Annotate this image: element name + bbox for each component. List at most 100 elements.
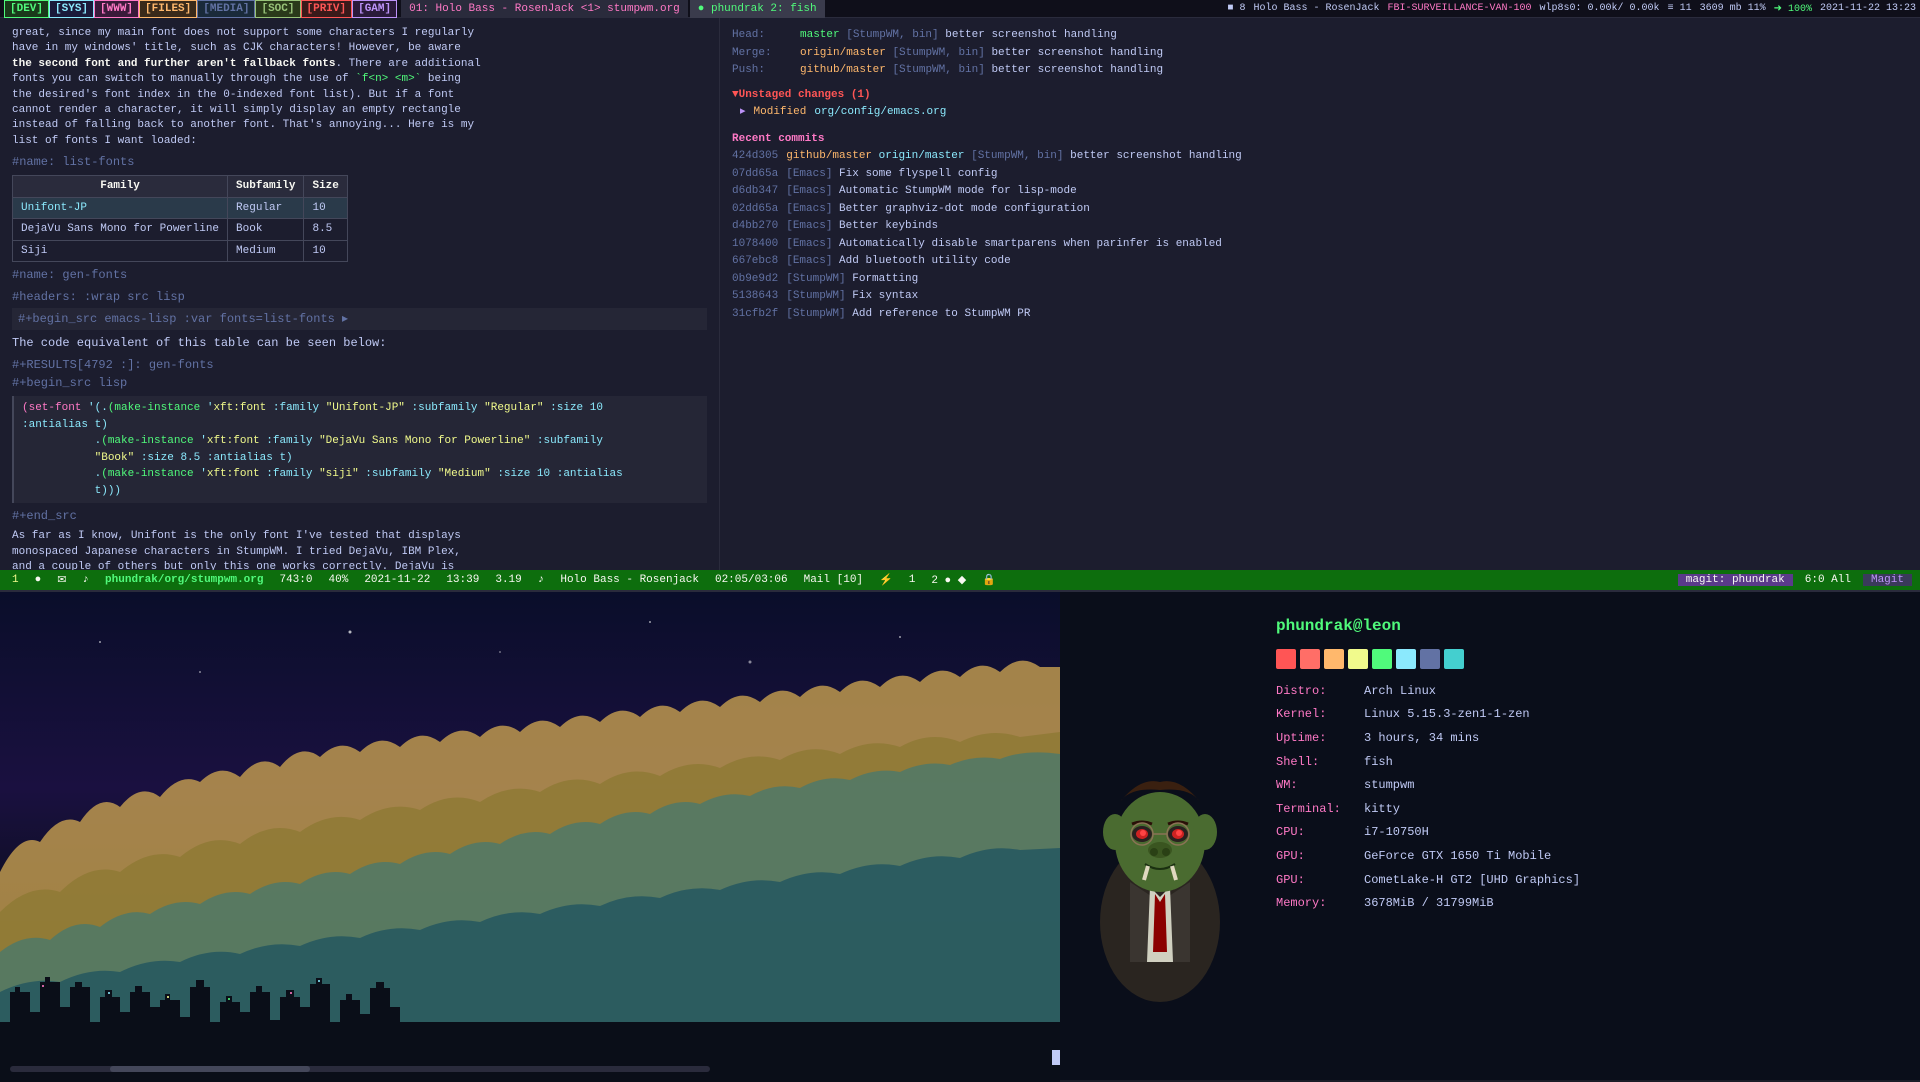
commit-msg-5: [Emacs] Automatically disable smartparen… [786, 236, 1222, 253]
commit-hash-0: 424d305 [732, 148, 778, 165]
left-panel: great, since my main font does not suppo… [0, 18, 720, 570]
font-subfamily-3: Medium [228, 240, 304, 262]
tag-soc[interactable]: [SOC] [255, 0, 300, 18]
sysinfo-row-gpu2: GPU: CometLake-H GT2 [UHD Graphics] [1276, 870, 1904, 892]
commit-row-3[interactable]: 02dd65a [Emacs] Better graphviz-dot mode… [732, 201, 1908, 218]
merge-label: Merge: [732, 45, 792, 62]
status-bat-icon: ⚡ [875, 573, 897, 587]
status-filepath: phundrak/org/stumpwm.org [101, 574, 267, 586]
font-size-1: 10 [304, 197, 347, 219]
gpu2-label: GPU: [1276, 870, 1356, 892]
status-mail: Mail [10] [800, 574, 867, 586]
swatch-red [1276, 649, 1296, 669]
sysinfo-row-kernel: Kernel: Linux 5.15.3-zen1-1-zen [1276, 704, 1904, 726]
commit-msg-3: [Emacs] Better graphviz-dot mode configu… [786, 201, 1090, 218]
uptime-value: 3 hours, 34 mins [1364, 728, 1479, 750]
commit-row-4[interactable]: d4bb270 [Emacs] Better keybinds [732, 218, 1908, 235]
font-family-2: DejaVu Sans Mono for Powerline [13, 219, 228, 241]
commit-msg-0: github/master origin/master [StumpWM, bi… [786, 148, 1242, 165]
unstaged-header[interactable]: ▼Unstaged changes (1) [732, 87, 1908, 104]
status-lock2-icon: 🔒 [978, 573, 1000, 587]
system-info-panel: phundrak@leon Distro: Arch Linux Kernel:… [1060, 592, 1920, 1082]
waveform-scrollbar-thumb[interactable] [110, 1066, 310, 1072]
network-name: FBI-SURVEILLANCE-VAN-100 [1388, 3, 1532, 14]
commit-hash-9: 31cfb2f [732, 306, 778, 323]
sysinfo-row-distro: Distro: Arch Linux [1276, 681, 1904, 703]
font-size-2: 8.5 [304, 219, 347, 241]
tag-priv[interactable]: [PRIV] [301, 0, 353, 18]
tag-sys[interactable]: [SYS] [49, 0, 94, 18]
merge-value: origin/master [StumpWM, bin] better scre… [800, 45, 1163, 62]
commit-row-0[interactable]: 424d305 github/master origin/master [Stu… [732, 148, 1908, 165]
modified-row[interactable]: ▸ Modified org/config/emacs.org [732, 104, 1908, 121]
commit-hash-8: 5138643 [732, 288, 778, 305]
commit-msg-8: [StumpWM] Fix syntax [786, 288, 918, 305]
status-dots: 2 ● ◆ [927, 573, 970, 587]
status-percent: 40% [325, 574, 353, 586]
memory-label: Memory: [1276, 893, 1356, 915]
commit-msg-9: [StumpWM] Add reference to StumpWM PR [786, 306, 1030, 323]
swatch-orange-red [1300, 649, 1320, 669]
commit-row-8[interactable]: 5138643 [StumpWM] Fix syntax [732, 288, 1908, 305]
window-title-2[interactable]: ● phundrak 2: fish [690, 0, 825, 18]
commit-hash-6: 667ebc8 [732, 253, 778, 270]
avatar-svg [1060, 702, 1260, 1002]
waveform-svg [0, 592, 1060, 1082]
status-music-note-icon: ♪ [534, 574, 549, 586]
uptime-label: Uptime: [1276, 728, 1356, 750]
col-size: Size [304, 176, 347, 198]
commit-msg-7: [StumpWM] Formatting [786, 271, 918, 288]
memory-usage: 3609 mb 11% [1700, 3, 1766, 14]
tag-files[interactable]: [FILES] [139, 0, 197, 18]
status-track-time: 02:05/03:06 [711, 574, 792, 586]
top-right-info: ■ 8 Holo Bass - RosenJack FBI-SURVEILLAN… [1227, 3, 1916, 15]
tag-www[interactable]: [WWW] [94, 0, 139, 18]
commit-row-1[interactable]: 07dd65a [Emacs] Fix some flyspell config [732, 166, 1908, 183]
bottom-section: phundrak@leon Distro: Arch Linux Kernel:… [0, 590, 1920, 1080]
commit-row-9[interactable]: 31cfb2f [StumpWM] Add reference to Stump… [732, 306, 1908, 323]
status-bar: 1 ● ✉ ♪ phundrak/org/stumpwm.org 743:0 4… [0, 570, 1920, 590]
distro-value: Arch Linux [1364, 681, 1436, 703]
sysinfo-row-shell: Shell: fish [1276, 752, 1904, 774]
name-list-fonts: #name: list-fonts [12, 153, 707, 171]
tag-gam[interactable]: [GAM] [352, 0, 397, 18]
gpu2-value: CometLake-H GT2 [UHD Graphics] [1364, 870, 1580, 892]
table-row: DejaVu Sans Mono for Powerline Book 8.5 [13, 219, 348, 241]
font-subfamily-2: Book [228, 219, 304, 241]
commit-msg-1: [Emacs] Fix some flyspell config [786, 166, 997, 183]
magit-head: Head: master [StumpWM, bin] better scree… [732, 27, 1908, 79]
waveform-scrollbar[interactable] [10, 1066, 710, 1072]
cpu-value: i7-10750H [1364, 822, 1429, 844]
status-date: 2021-11-22 [360, 574, 434, 586]
shell-label: Shell: [1276, 752, 1356, 774]
para2: As far as I know, Unifont is the only fo… [12, 529, 707, 570]
window-count: ■ 8 [1227, 3, 1245, 14]
commit-row-2[interactable]: d6db347 [Emacs] Automatic StumpWM mode f… [732, 183, 1908, 200]
commit-row-5[interactable]: 1078400 [Emacs] Automatically disable sm… [732, 236, 1908, 253]
code-equiv-text: The code equivalent of this table can be… [12, 334, 707, 352]
commit-row-6[interactable]: 667ebc8 [Emacs] Add bluetooth utility co… [732, 253, 1908, 270]
window-title-1[interactable]: 01: Holo Bass - RosenJack <1> stumpwm.or… [401, 0, 688, 18]
kernel-label: Kernel: [1276, 704, 1356, 726]
modified-arrow: ▸ [740, 104, 746, 121]
table-row: Siji Medium 10 [13, 240, 348, 262]
kernel-value: Linux 5.15.3-zen1-1-zen [1364, 704, 1530, 726]
avatar-area [1060, 592, 1260, 1082]
sysinfo-username: phundrak@leon [1276, 612, 1904, 641]
shell-value: fish [1364, 752, 1393, 774]
commit-msg-6: [Emacs] Add bluetooth utility code [786, 253, 1010, 270]
swatch-blue [1420, 649, 1440, 669]
tag-dev[interactable]: [DEV] [4, 0, 49, 18]
font-subfamily-1: Regular [228, 197, 304, 219]
end-src: #+end_src [12, 507, 707, 525]
push-value: github/master [StumpWM, bin] better scre… [800, 62, 1163, 79]
recent-commits-header: Recent commits [732, 131, 1908, 148]
terminal-label: Terminal: [1276, 799, 1356, 821]
title-info: Holo Bass - RosenJack [1253, 3, 1379, 14]
cpu-label: CPU: [1276, 822, 1356, 844]
gpu-label: GPU: [1276, 846, 1356, 868]
tag-media[interactable]: [MEDIA] [197, 0, 255, 18]
swatch-cyan [1396, 649, 1416, 669]
commit-row-7[interactable]: 0b9e9d2 [StumpWM] Formatting [732, 271, 1908, 288]
color-swatches [1276, 649, 1904, 669]
